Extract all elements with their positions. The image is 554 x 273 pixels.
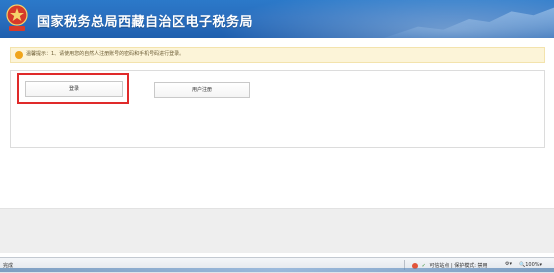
footer-area	[0, 208, 554, 253]
tools-icon[interactable]: ⚙▾	[505, 261, 512, 267]
highlight-box	[17, 73, 129, 104]
notice-bar: 温馨提示：1、请使用您的自然人注册账号的密码和手机号码进行登录。	[10, 47, 545, 63]
warning-icon	[15, 51, 23, 59]
register-button[interactable]: 用户注册	[154, 82, 250, 98]
site-header: 国家税务总局西藏自治区电子税务局	[0, 0, 554, 38]
notice-text: 温馨提示：1、请使用您的自然人注册账号的密码和手机号码进行登录。	[26, 51, 185, 57]
page-title: 国家税务总局西藏自治区电子税务局	[37, 15, 254, 30]
taskbar-strip	[0, 268, 554, 272]
tax-emblem-icon	[6, 4, 28, 31]
